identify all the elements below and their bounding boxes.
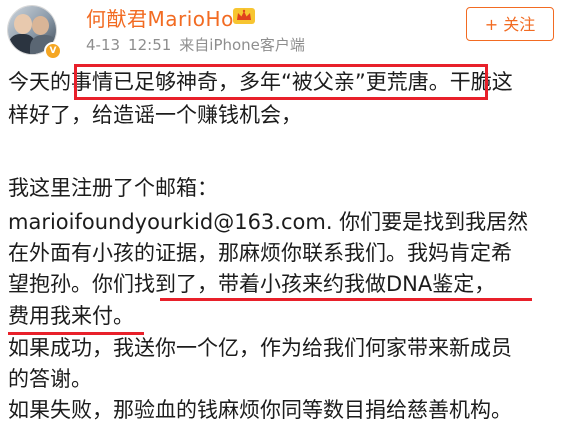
post-line: 如果失败，那验血的钱麻烦你同等数目捐给慈善机构。 bbox=[8, 398, 512, 422]
post-line: 今天的事情已足够神奇，多年“被父亲”更荒唐。干脆这 bbox=[8, 68, 513, 97]
post-date: 4-13 bbox=[86, 36, 121, 54]
post-line: 如果成功，我送你一个亿，作为给我们何家带来新成员 bbox=[8, 336, 512, 360]
post-text: 今天的 bbox=[8, 70, 71, 94]
post-text: 干脆这 bbox=[449, 70, 513, 94]
crown-icon bbox=[233, 8, 255, 24]
post-line: 我这里注册了个邮箱： bbox=[8, 176, 218, 200]
post-line: 样好了，给造谣一个赚钱机会， bbox=[8, 103, 302, 127]
post-line: marioifoundyourkid@163.com. 你们要是找到我居然 bbox=[8, 210, 529, 234]
post-source[interactable]: 来自iPhone客户端 bbox=[179, 36, 305, 54]
verified-v-icon: V bbox=[44, 42, 62, 60]
post-header: V 何猷君MarioHo 4-13 12:51 来自iPhone客户端 + 关注 bbox=[0, 0, 564, 62]
post-line: 望抱孙。你们找到了，带着小孩来约我做DNA鉴定， bbox=[8, 272, 496, 296]
post-time: 12:51 bbox=[128, 36, 172, 54]
post-line: 费用我来付。 bbox=[8, 304, 134, 328]
username[interactable]: 何猷君MarioHo bbox=[86, 3, 234, 32]
post-meta: 4-13 12:51 来自iPhone客户端 bbox=[86, 34, 313, 55]
post-line: 在外面有小孩的证据，那麻烦你联系我们。我妈肯定希 bbox=[8, 241, 512, 265]
post-line: 的答谢。 bbox=[8, 367, 92, 391]
follow-button[interactable]: + 关注 bbox=[466, 7, 554, 41]
highlighted-text: 事情已足够神奇，多年“被父亲”更荒唐。 bbox=[71, 70, 450, 94]
